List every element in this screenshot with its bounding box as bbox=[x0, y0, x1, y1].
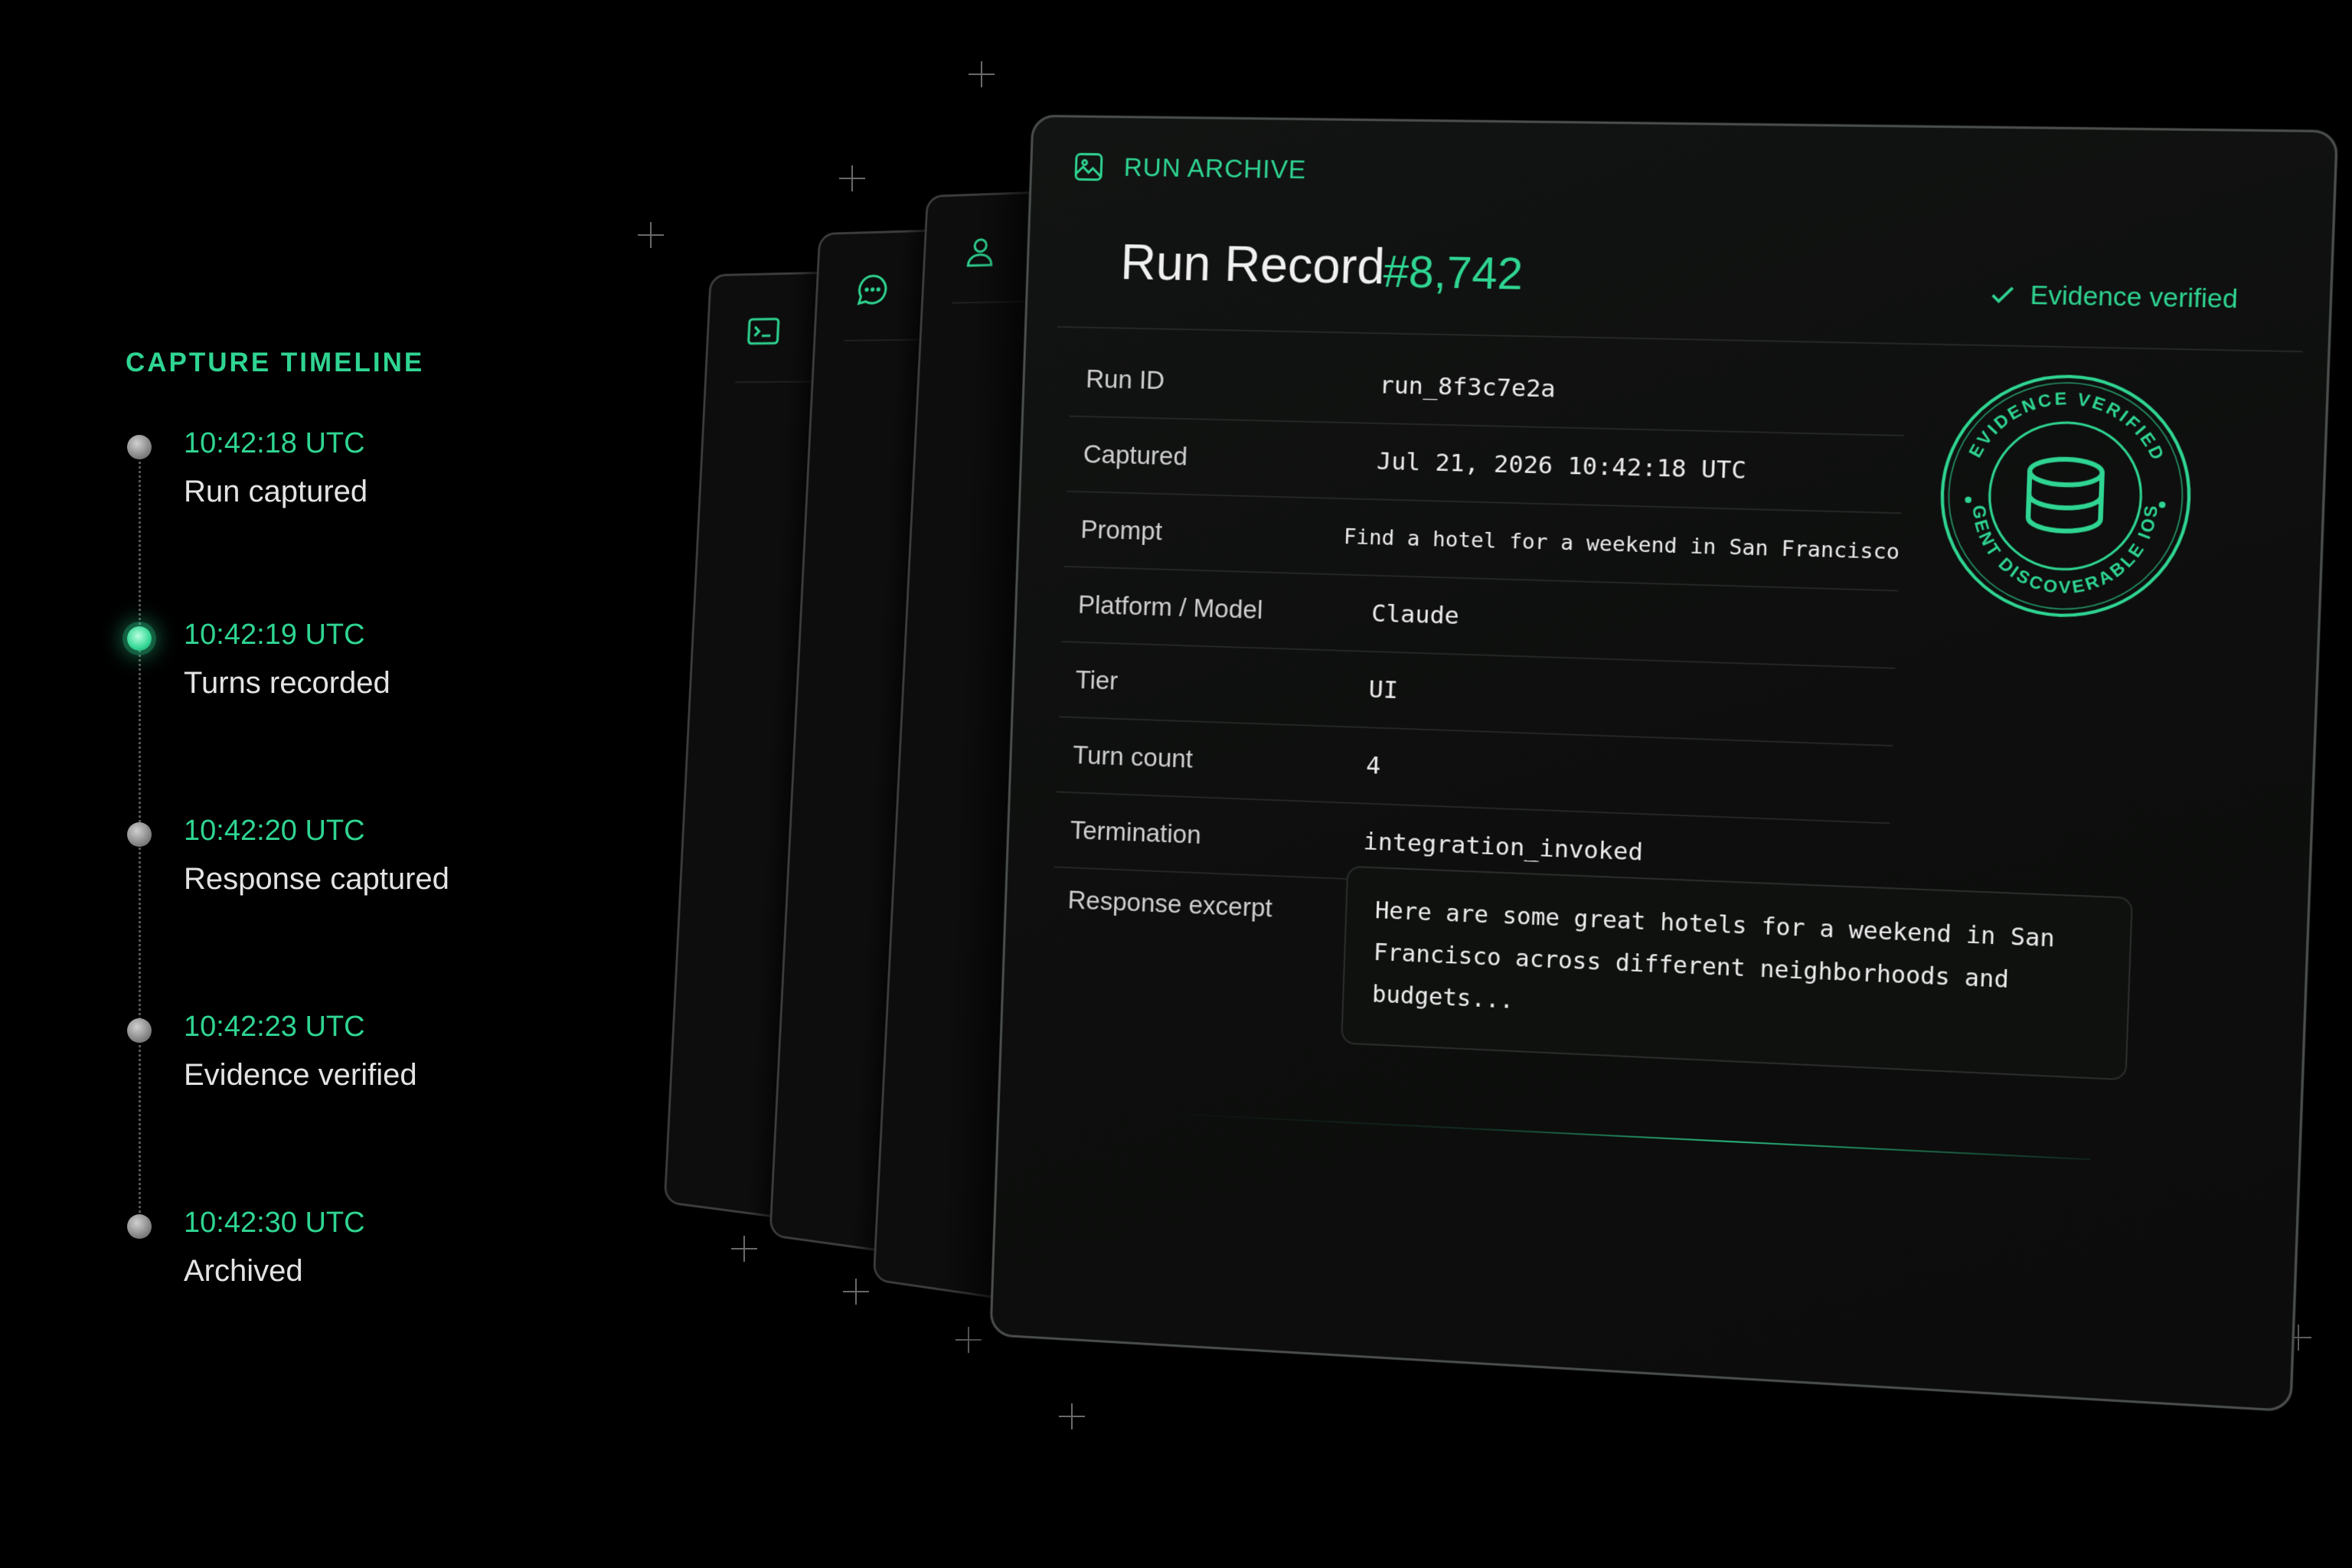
field-value[interactable]: 4 bbox=[1366, 752, 1381, 780]
excerpt-label: Response excerpt bbox=[1067, 885, 1272, 923]
field-key: Turn count bbox=[1057, 740, 1367, 780]
user-icon bbox=[962, 233, 999, 270]
record-number: #8,742 bbox=[1383, 246, 1524, 300]
check-icon bbox=[1987, 280, 2017, 309]
image-icon bbox=[1071, 150, 1106, 185]
run-record-card: RUN ARCHIVE Run Record #8,742 Evidence v… bbox=[989, 115, 2338, 1413]
field-value[interactable]: run_8f3c7e2a bbox=[1379, 371, 1556, 403]
terminal-icon bbox=[745, 313, 782, 350]
response-excerpt-box[interactable]: Here are some great hotels for a weekend… bbox=[1341, 866, 2133, 1081]
card-title: Run Record bbox=[1119, 234, 1386, 296]
field-key: Tier bbox=[1060, 665, 1369, 704]
field-value[interactable]: Jul 21, 2026 10:42:18 UTC bbox=[1377, 447, 1747, 485]
field-value[interactable]: Claude bbox=[1371, 599, 1460, 630]
evidence-verified-badge: Evidence verified bbox=[1987, 279, 2238, 314]
field-value[interactable]: integration_invoked bbox=[1363, 828, 1643, 867]
field-key: Prompt bbox=[1065, 514, 1344, 551]
field-key: Termination bbox=[1054, 815, 1364, 856]
verified-label: Evidence verified bbox=[2030, 280, 2239, 315]
field-value[interactable]: Find a hotel for a weekend in San Franci… bbox=[1343, 524, 1900, 564]
accent-divider bbox=[1152, 1112, 2090, 1161]
field-key: Captured bbox=[1067, 439, 1377, 476]
field-key: Platform / Model bbox=[1063, 590, 1372, 629]
field-value[interactable]: UI bbox=[1368, 675, 1398, 704]
card-stack: RUN ARCHIVE Run Record #8,742 Evidence v… bbox=[0, 0, 2352, 1568]
database-icon bbox=[2027, 459, 2102, 532]
record-fields: Run ID run_8f3c7e2a Captured Jul 21, 202… bbox=[1054, 341, 1906, 901]
card-header: RUN ARCHIVE bbox=[1071, 150, 1307, 188]
chat-bubble-icon bbox=[854, 271, 891, 308]
field-key: Run ID bbox=[1070, 364, 1380, 400]
evidence-verified-seal: EVIDENCE VERIFIED AGENT DISCOVERABLE IOS… bbox=[1929, 366, 2202, 628]
section-label: RUN ARCHIVE bbox=[1123, 153, 1307, 185]
